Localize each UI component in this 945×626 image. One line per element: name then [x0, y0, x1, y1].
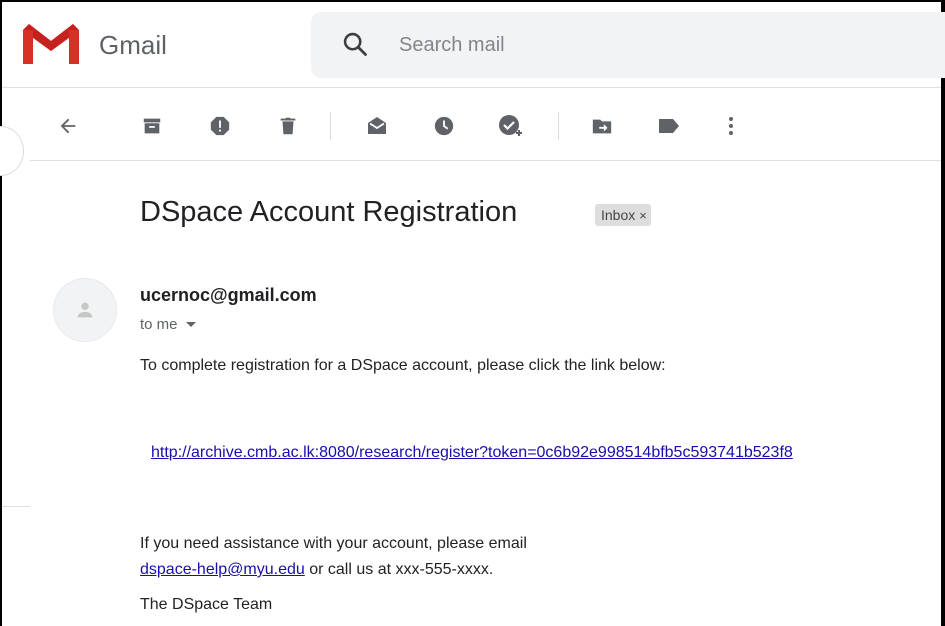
body-intro: To complete registration for a DSpace ac…	[140, 357, 666, 374]
mark-unread-icon	[368, 117, 386, 134]
trash-icon	[280, 117, 296, 135]
more-vert-icon	[729, 117, 733, 135]
move-to-button[interactable]	[586, 110, 618, 142]
toolbar-divider	[30, 160, 941, 161]
remove-label-icon[interactable]: ×	[639, 208, 647, 223]
person-icon	[77, 302, 93, 318]
recipient-details-toggle[interactable]: to me	[140, 316, 196, 333]
archive-button[interactable]	[136, 110, 168, 142]
frame-left-border	[0, 0, 2, 626]
caret-down-icon	[185, 322, 196, 327]
help-email-link[interactable]: dspace-help@myu.edu	[140, 561, 305, 578]
sender-email[interactable]: ucernoc@gmail.com	[140, 285, 317, 306]
header-divider	[2, 87, 941, 88]
recipient-text: to me	[140, 316, 178, 333]
compose-panel-edge	[0, 126, 24, 176]
search-input[interactable]	[397, 31, 901, 59]
label-icon	[659, 119, 679, 133]
mark-unread-button[interactable]	[361, 110, 393, 142]
add-task-icon	[499, 115, 522, 136]
header-bar: Gmail	[2, 2, 945, 86]
arrow-back-icon	[60, 118, 76, 134]
message-toolbar	[40, 100, 940, 152]
body-help: If you need assistance with your account…	[140, 531, 760, 583]
frame-right-border	[941, 0, 945, 626]
side-divider	[2, 506, 30, 507]
archive-icon	[143, 118, 161, 134]
gmail-logo[interactable]	[23, 24, 79, 64]
toolbar-separator	[330, 112, 331, 140]
labels-button[interactable]	[653, 110, 685, 142]
label-text: Inbox	[601, 207, 636, 223]
search-bar[interactable]	[311, 12, 945, 78]
more-options-button[interactable]	[715, 110, 747, 142]
clock-icon	[434, 116, 454, 136]
app-name: Gmail	[99, 30, 167, 60]
email-subject: DSpace Account Registration	[140, 196, 518, 228]
avatar[interactable]	[53, 278, 117, 342]
back-button[interactable]	[52, 110, 84, 142]
report-spam-icon	[210, 116, 230, 136]
toolbar-separator	[558, 112, 559, 140]
report-spam-button[interactable]	[204, 110, 236, 142]
gmail-m-icon	[23, 24, 79, 64]
move-to-folder-icon	[592, 119, 612, 134]
help-suffix: or call us at xxx-555-xxxx.	[304, 561, 494, 578]
inbox-label-chip[interactable]: Inbox ×	[595, 204, 651, 226]
signature: The DSpace Team	[140, 596, 273, 613]
registration-link[interactable]: http://archive.cmb.ac.lk:8080/research/r…	[151, 444, 793, 462]
search-icon[interactable]	[341, 30, 369, 58]
help-text: If you need assistance with your account…	[140, 535, 527, 552]
snooze-button[interactable]	[428, 110, 460, 142]
delete-button[interactable]	[272, 110, 304, 142]
add-to-tasks-button[interactable]	[495, 110, 527, 142]
